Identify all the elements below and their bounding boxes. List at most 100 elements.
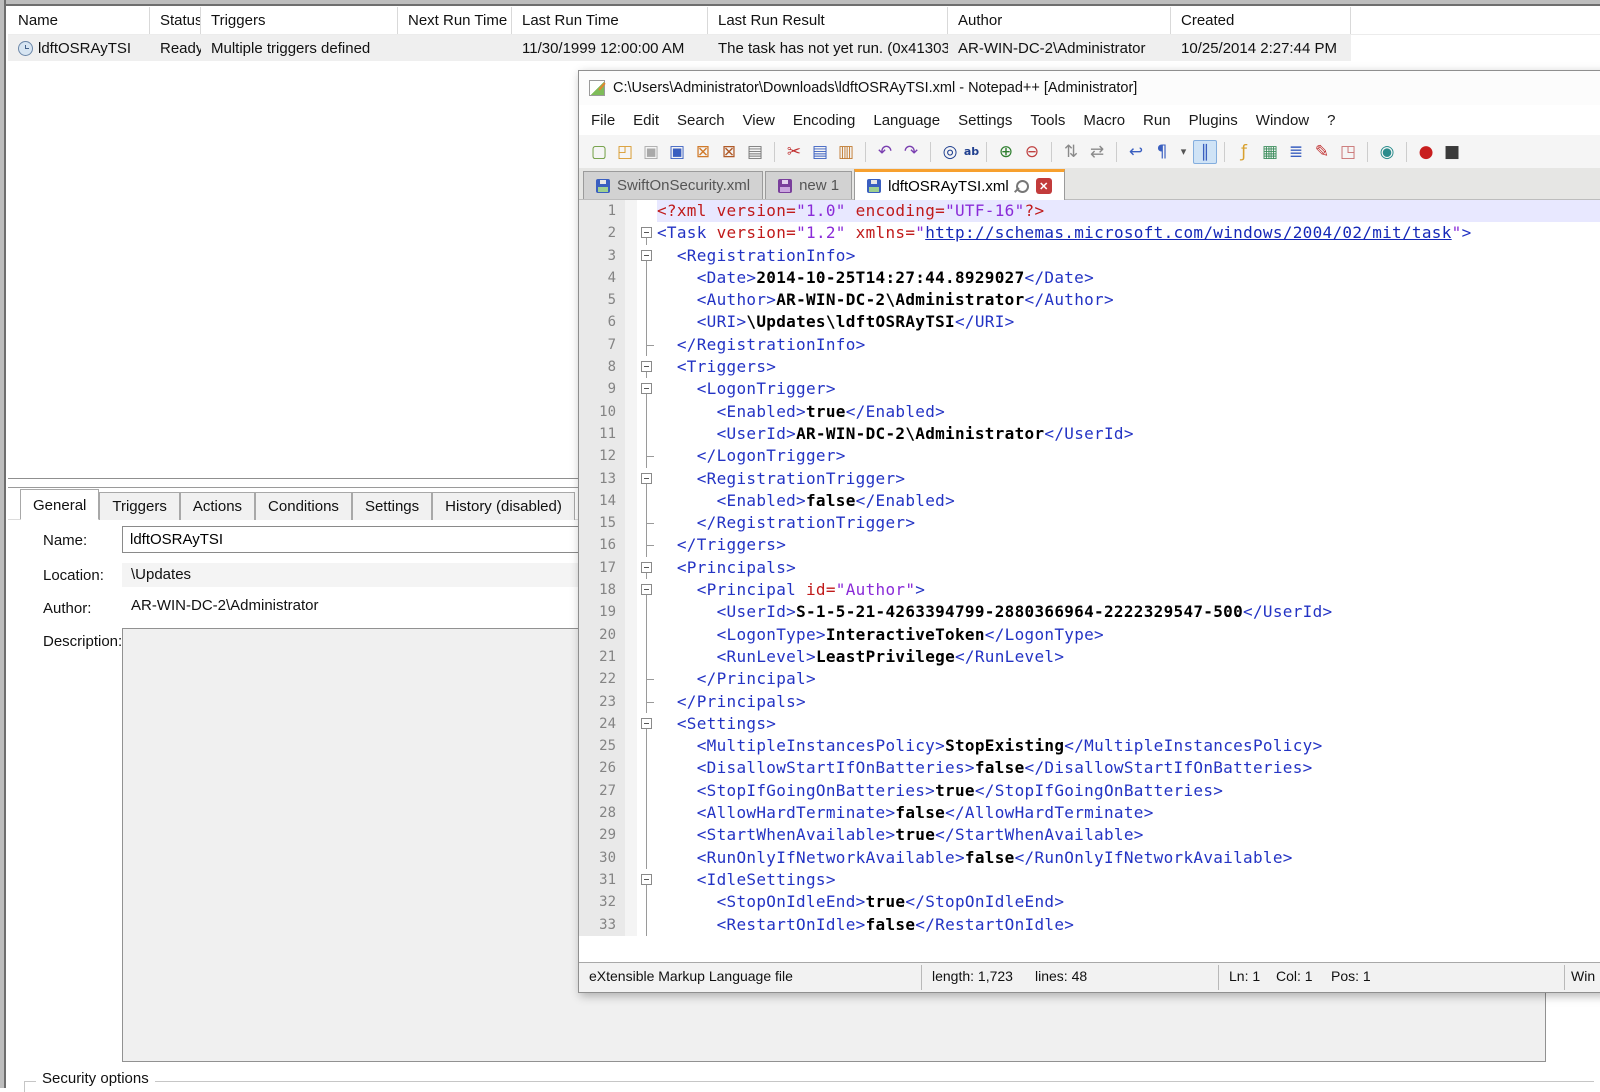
monitoring-icon[interactable]: ◉ [1375, 140, 1399, 164]
bookmark-margin[interactable] [625, 311, 637, 333]
tab-triggers[interactable]: Triggers [99, 492, 179, 520]
cut-icon[interactable]: ✂ [782, 140, 806, 164]
bookmark-margin[interactable] [625, 423, 637, 445]
fold-collapse-icon[interactable] [637, 579, 657, 601]
macro-stop-icon[interactable]: ■ [1440, 140, 1464, 164]
column-header-last-run-time[interactable]: Last Run Time [512, 7, 708, 34]
sync-vertical-scrolling-icon[interactable]: ⇅ [1059, 140, 1083, 164]
bookmark-margin[interactable] [625, 824, 637, 846]
copy-icon[interactable]: ▤ [808, 140, 832, 164]
bookmark-margin[interactable] [625, 847, 637, 869]
bookmark-margin[interactable] [625, 289, 637, 311]
tab-conditions[interactable]: Conditions [255, 492, 352, 520]
menu-help[interactable]: ? [1318, 108, 1344, 133]
macro-record-icon[interactable]: ● [1414, 140, 1438, 164]
bookmark-margin[interactable] [625, 646, 637, 668]
bookmark-margin[interactable] [625, 668, 637, 690]
bookmark-margin[interactable] [625, 557, 637, 579]
new-file-icon[interactable]: ▢ [587, 140, 611, 164]
tab-settings[interactable]: Settings [352, 492, 432, 520]
save-file-icon[interactable]: ▣ [639, 140, 663, 164]
bookmark-margin[interactable] [625, 200, 637, 222]
column-header-author[interactable]: Author [948, 7, 1171, 34]
document-map-icon[interactable]: ▦ [1258, 140, 1282, 164]
find-icon[interactable]: ◎ [938, 140, 962, 164]
document-tab-new-1[interactable]: new 1 [765, 171, 852, 199]
code-editor[interactable]: 1<?xml version="1.0" encoding="UTF-16"?>… [579, 200, 1600, 962]
bookmark-margin[interactable] [625, 914, 637, 936]
replace-icon[interactable]: ab [964, 140, 979, 164]
bookmark-margin[interactable] [625, 802, 637, 824]
menu-language[interactable]: Language [864, 108, 949, 133]
fold-collapse-icon[interactable] [637, 245, 657, 267]
fold-collapse-icon[interactable] [637, 468, 657, 490]
tab-history-disabled-[interactable]: History (disabled) [432, 492, 575, 520]
indent-guide-icon[interactable]: ∥ [1193, 140, 1217, 164]
dropdown-arrow-icon[interactable]: ▾ [1176, 140, 1191, 164]
bookmark-margin[interactable] [625, 512, 637, 534]
document-list-icon[interactable]: ≣ [1284, 140, 1308, 164]
bookmark-margin[interactable] [625, 267, 637, 289]
bookmark-margin[interactable] [625, 401, 637, 423]
title-bar[interactable]: C:\Users\Administrator\Downloads\ldftOSR… [579, 71, 1600, 105]
bookmark-margin[interactable] [625, 757, 637, 779]
fold-collapse-icon[interactable] [637, 557, 657, 579]
bookmark-margin[interactable] [625, 624, 637, 646]
open-file-icon[interactable]: ◰ [613, 140, 637, 164]
column-header-status[interactable]: Status [150, 7, 201, 34]
tab-general[interactable]: General [20, 489, 99, 520]
document-tab-ldftosraytsi-xml[interactable]: ldftOSRAyTSI.xml✕ [854, 169, 1065, 200]
word-wrap-icon[interactable]: ↩ [1124, 140, 1148, 164]
menu-encoding[interactable]: Encoding [784, 108, 865, 133]
bookmark-margin[interactable] [625, 534, 637, 556]
close-all-icon[interactable]: ⊠ [717, 140, 741, 164]
show-all-characters-icon[interactable]: ¶ [1150, 140, 1174, 164]
bookmark-margin[interactable] [625, 579, 637, 601]
fold-collapse-icon[interactable] [637, 356, 657, 378]
bookmark-margin[interactable] [625, 891, 637, 913]
paste-icon[interactable]: ▥ [834, 140, 858, 164]
function-list-icon[interactable]: ƒ [1232, 140, 1256, 164]
bookmark-margin[interactable] [625, 780, 637, 802]
bookmark-margin[interactable] [625, 713, 637, 735]
bookmark-margin[interactable] [625, 445, 637, 467]
print-icon[interactable]: ▤ [743, 140, 767, 164]
close-file-icon[interactable]: ⊠ [691, 140, 715, 164]
menu-settings[interactable]: Settings [949, 108, 1021, 133]
fold-collapse-icon[interactable] [637, 222, 657, 244]
bookmark-margin[interactable] [625, 691, 637, 713]
menu-macro[interactable]: Macro [1074, 108, 1134, 133]
bookmark-margin[interactable] [625, 468, 637, 490]
tab-actions[interactable]: Actions [180, 492, 255, 520]
document-tab-swiftonsecurity-xml[interactable]: SwiftOnSecurity.xml [583, 171, 763, 199]
bookmark-margin[interactable] [625, 245, 637, 267]
bookmark-margin[interactable] [625, 601, 637, 623]
menu-window[interactable]: Window [1247, 108, 1318, 133]
zoom-out-icon[interactable]: ⊖ [1020, 140, 1044, 164]
menu-search[interactable]: Search [668, 108, 734, 133]
undo-icon[interactable]: ↶ [873, 140, 897, 164]
column-header-name[interactable]: Name [8, 7, 150, 34]
bookmark-margin[interactable] [625, 378, 637, 400]
column-header-next-run-time[interactable]: Next Run Time [398, 7, 512, 34]
bookmark-margin[interactable] [625, 334, 637, 356]
bookmark-margin[interactable] [625, 735, 637, 757]
menu-file[interactable]: File [582, 108, 624, 133]
column-header-last-run-result[interactable]: Last Run Result [708, 7, 948, 34]
column-header-created[interactable]: Created [1171, 7, 1351, 34]
column-header-triggers[interactable]: Triggers [201, 7, 398, 34]
close-tab-icon[interactable]: ✕ [1036, 178, 1052, 194]
bookmark-margin[interactable] [625, 869, 637, 891]
zoom-in-icon[interactable]: ⊕ [994, 140, 1018, 164]
menu-view[interactable]: View [734, 108, 784, 133]
pin-tab-icon[interactable] [1013, 177, 1031, 195]
table-row[interactable]: ldftOSRAyTSIReadyMultiple triggers defin… [8, 35, 1351, 61]
menu-run[interactable]: Run [1134, 108, 1180, 133]
fold-collapse-icon[interactable] [637, 378, 657, 400]
bookmark-margin[interactable] [625, 490, 637, 512]
menu-plugins[interactable]: Plugins [1180, 108, 1247, 133]
bookmark-margin[interactable] [625, 222, 637, 244]
sync-horizontal-scrolling-icon[interactable]: ⇄ [1085, 140, 1109, 164]
fold-collapse-icon[interactable] [637, 869, 657, 891]
fold-collapse-icon[interactable] [637, 713, 657, 735]
